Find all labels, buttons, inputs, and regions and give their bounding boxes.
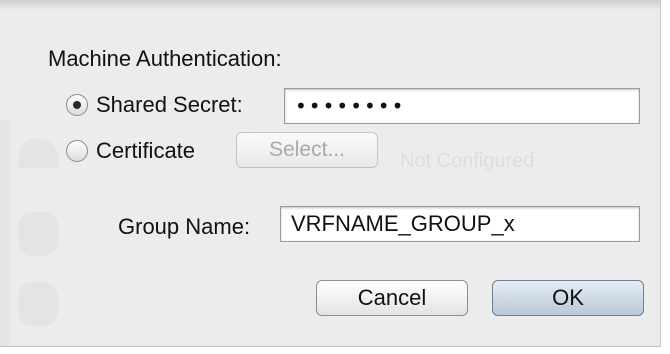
- background-strip: [0, 120, 10, 346]
- authentication-sheet: Not Configured Machine Authentication: S…: [0, 0, 661, 347]
- certificate-label: Certificate: [96, 138, 196, 163]
- shared-secret-label: Shared Secret:: [96, 92, 243, 117]
- bluetooth-icon: [18, 212, 58, 256]
- shared-secret-option[interactable]: Shared Secret:: [66, 92, 243, 118]
- bluetooth-icon: [18, 282, 58, 326]
- certificate-radio[interactable]: [66, 140, 88, 162]
- shared-secret-radio[interactable]: [66, 94, 88, 116]
- section-title: Machine Authentication:: [48, 46, 282, 71]
- certificate-option[interactable]: Certificate: [66, 138, 195, 164]
- cancel-button[interactable]: Cancel: [316, 280, 468, 316]
- group-name-label: Group Name:: [118, 214, 251, 239]
- background-status-text: Not Configured: [400, 150, 535, 172]
- select-certificate-button[interactable]: Select...: [236, 132, 378, 168]
- shared-secret-field[interactable]: ••••••••: [284, 88, 640, 124]
- group-name-field[interactable]: VRFNAME_GROUP_x: [280, 206, 640, 242]
- radio-selected-dot: [73, 101, 81, 109]
- wifi-icon: [18, 138, 58, 168]
- sheet-top-shadow: [0, 0, 660, 10]
- ok-button[interactable]: OK: [492, 280, 644, 316]
